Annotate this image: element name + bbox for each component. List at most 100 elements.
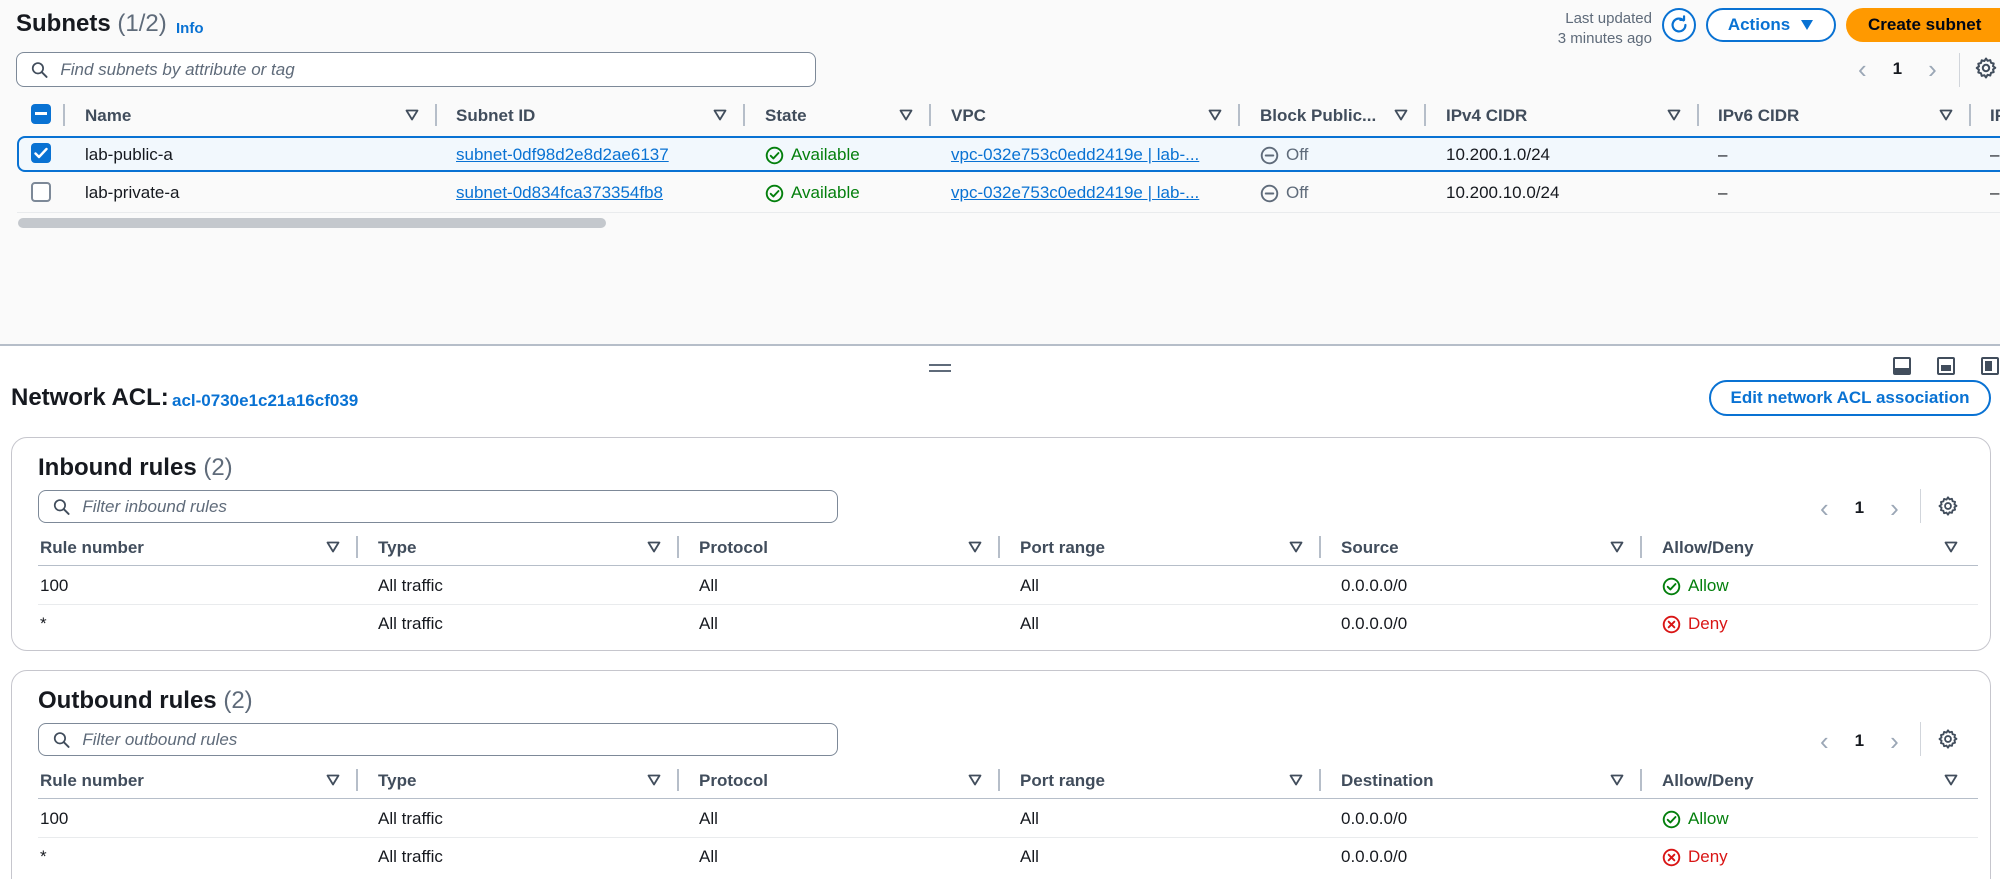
actions-button[interactable]: Actions: [1706, 8, 1836, 42]
inbound-pagination: ‹ 1 ›: [1820, 495, 1899, 521]
sort-icon[interactable]: [326, 541, 340, 553]
rule-source: 0.0.0.0/0: [1341, 576, 1408, 595]
inbound-rules-card: Inbound rules (2) ‹ 1 › Rule number Type…: [11, 437, 1991, 651]
prev-page-icon[interactable]: ‹: [1820, 495, 1829, 521]
col-rule-number[interactable]: Rule number: [40, 538, 144, 558]
col-extra[interactable]: IP: [1990, 106, 2000, 126]
row-checkbox[interactable]: [31, 182, 51, 202]
sort-icon[interactable]: [713, 109, 727, 121]
preferences-button[interactable]: [1937, 495, 1959, 517]
sort-icon[interactable]: [968, 774, 982, 786]
subnets-search-input[interactable]: [60, 59, 815, 80]
col-source[interactable]: Source: [1341, 538, 1399, 558]
sort-icon[interactable]: [1939, 109, 1953, 121]
search-icon: [53, 731, 70, 749]
sort-icon[interactable]: [647, 774, 661, 786]
sort-icon[interactable]: [1208, 109, 1222, 121]
horizontal-scrollbar[interactable]: [18, 218, 606, 228]
col-ipv6-cidr[interactable]: IPv6 CIDR: [1718, 106, 1799, 126]
subnet-id-link[interactable]: subnet-0d834fca373354fb8: [456, 183, 663, 203]
col-type[interactable]: Type: [378, 538, 416, 558]
checkmark-icon: [34, 147, 48, 159]
next-page-icon[interactable]: ›: [1928, 56, 1937, 82]
sort-icon[interactable]: [1667, 109, 1681, 121]
column-separator: [1424, 104, 1426, 126]
subnets-search[interactable]: [16, 52, 816, 87]
block-public-label: Off: [1286, 183, 1309, 202]
sort-icon[interactable]: [899, 109, 913, 121]
outbound-search-input[interactable]: [82, 729, 837, 750]
block-public-status: Off: [1260, 183, 1308, 203]
col-rule-number[interactable]: Rule number: [40, 771, 144, 791]
state-label: Available: [791, 145, 860, 164]
rule-port-range: All: [1020, 614, 1039, 633]
vpc-link[interactable]: vpc-032e753c0edd2419e | lab-...: [951, 183, 1199, 203]
preferences-button[interactable]: [1937, 728, 1959, 750]
bottom-pane-icon[interactable]: [1893, 357, 1911, 375]
gear-icon: [1937, 728, 1959, 750]
sort-icon[interactable]: [1610, 774, 1624, 786]
outbound-search[interactable]: [38, 723, 838, 756]
create-subnet-button[interactable]: Create subnet: [1846, 8, 2000, 42]
prev-page-icon[interactable]: ‹: [1858, 56, 1867, 82]
subnet-id-link[interactable]: subnet-0df98d2e8d2ae6137: [456, 145, 669, 165]
col-allow-deny[interactable]: Allow/Deny: [1662, 538, 1754, 558]
vpc-link[interactable]: vpc-032e753c0edd2419e | lab-...: [951, 145, 1199, 165]
col-type[interactable]: Type: [378, 771, 416, 791]
prev-page-icon[interactable]: ‹: [1820, 728, 1829, 754]
refresh-button[interactable]: [1662, 8, 1696, 42]
full-pane-icon[interactable]: [1981, 357, 1999, 375]
next-page-icon[interactable]: ›: [1890, 495, 1899, 521]
row-checkbox[interactable]: [31, 143, 51, 163]
col-name[interactable]: Name: [85, 106, 131, 126]
col-block-public[interactable]: Block Public...: [1260, 106, 1376, 126]
sort-icon[interactable]: [1610, 541, 1624, 553]
column-separator: [1969, 104, 1971, 126]
subnets-count: (1/2): [117, 10, 167, 37]
rule-type: All traffic: [378, 847, 443, 866]
sort-icon[interactable]: [1289, 541, 1303, 553]
col-port-range[interactable]: Port range: [1020, 771, 1105, 791]
rule-allow-status: Allow: [1662, 576, 1729, 596]
col-port-range[interactable]: Port range: [1020, 538, 1105, 558]
inbound-search-input[interactable]: [82, 496, 837, 517]
page-number[interactable]: 1: [1855, 731, 1864, 751]
select-all-checkbox[interactable]: [31, 104, 51, 124]
rule-port-range: All: [1020, 847, 1039, 866]
sort-icon[interactable]: [1394, 109, 1408, 121]
sort-icon[interactable]: [405, 109, 419, 121]
resize-handle-icon[interactable]: [929, 364, 951, 372]
info-link[interactable]: Info: [176, 20, 204, 37]
sort-icon[interactable]: [1944, 541, 1958, 553]
page-number[interactable]: 1: [1893, 59, 1902, 79]
col-ipv4-cidr[interactable]: IPv4 CIDR: [1446, 106, 1527, 126]
col-subnet-id[interactable]: Subnet ID: [456, 106, 535, 126]
side-pane-icon[interactable]: [1937, 357, 1955, 375]
sort-icon[interactable]: [326, 774, 340, 786]
sort-icon[interactable]: [1944, 774, 1958, 786]
next-page-icon[interactable]: ›: [1890, 728, 1899, 754]
col-protocol[interactable]: Protocol: [699, 538, 768, 558]
column-separator: [677, 536, 679, 558]
sort-icon[interactable]: [647, 541, 661, 553]
acl-id-link[interactable]: acl-0730e1c21a16cf039: [172, 391, 358, 411]
error-icon: [1662, 615, 1681, 634]
column-separator: [63, 104, 65, 126]
col-allow-deny[interactable]: Allow/Deny: [1662, 771, 1754, 791]
search-icon: [31, 61, 48, 79]
sort-icon[interactable]: [1289, 774, 1303, 786]
row-divider: [38, 837, 1978, 838]
preferences-button[interactable]: [1974, 56, 1998, 80]
page-number[interactable]: 1: [1855, 498, 1864, 518]
last-updated-label: Last updated: [1565, 10, 1652, 27]
edit-acl-association-button[interactable]: Edit network ACL association: [1709, 380, 1991, 416]
col-state[interactable]: State: [765, 106, 807, 126]
caret-down-icon: [1801, 20, 1814, 30]
last-updated: Last updated 3 minutes ago: [1558, 9, 1652, 49]
sort-icon[interactable]: [968, 541, 982, 553]
col-protocol[interactable]: Protocol: [699, 771, 768, 791]
inbound-search[interactable]: [38, 490, 838, 523]
col-vpc[interactable]: VPC: [951, 106, 986, 126]
col-destination[interactable]: Destination: [1341, 771, 1434, 791]
divider: [1920, 722, 1921, 756]
